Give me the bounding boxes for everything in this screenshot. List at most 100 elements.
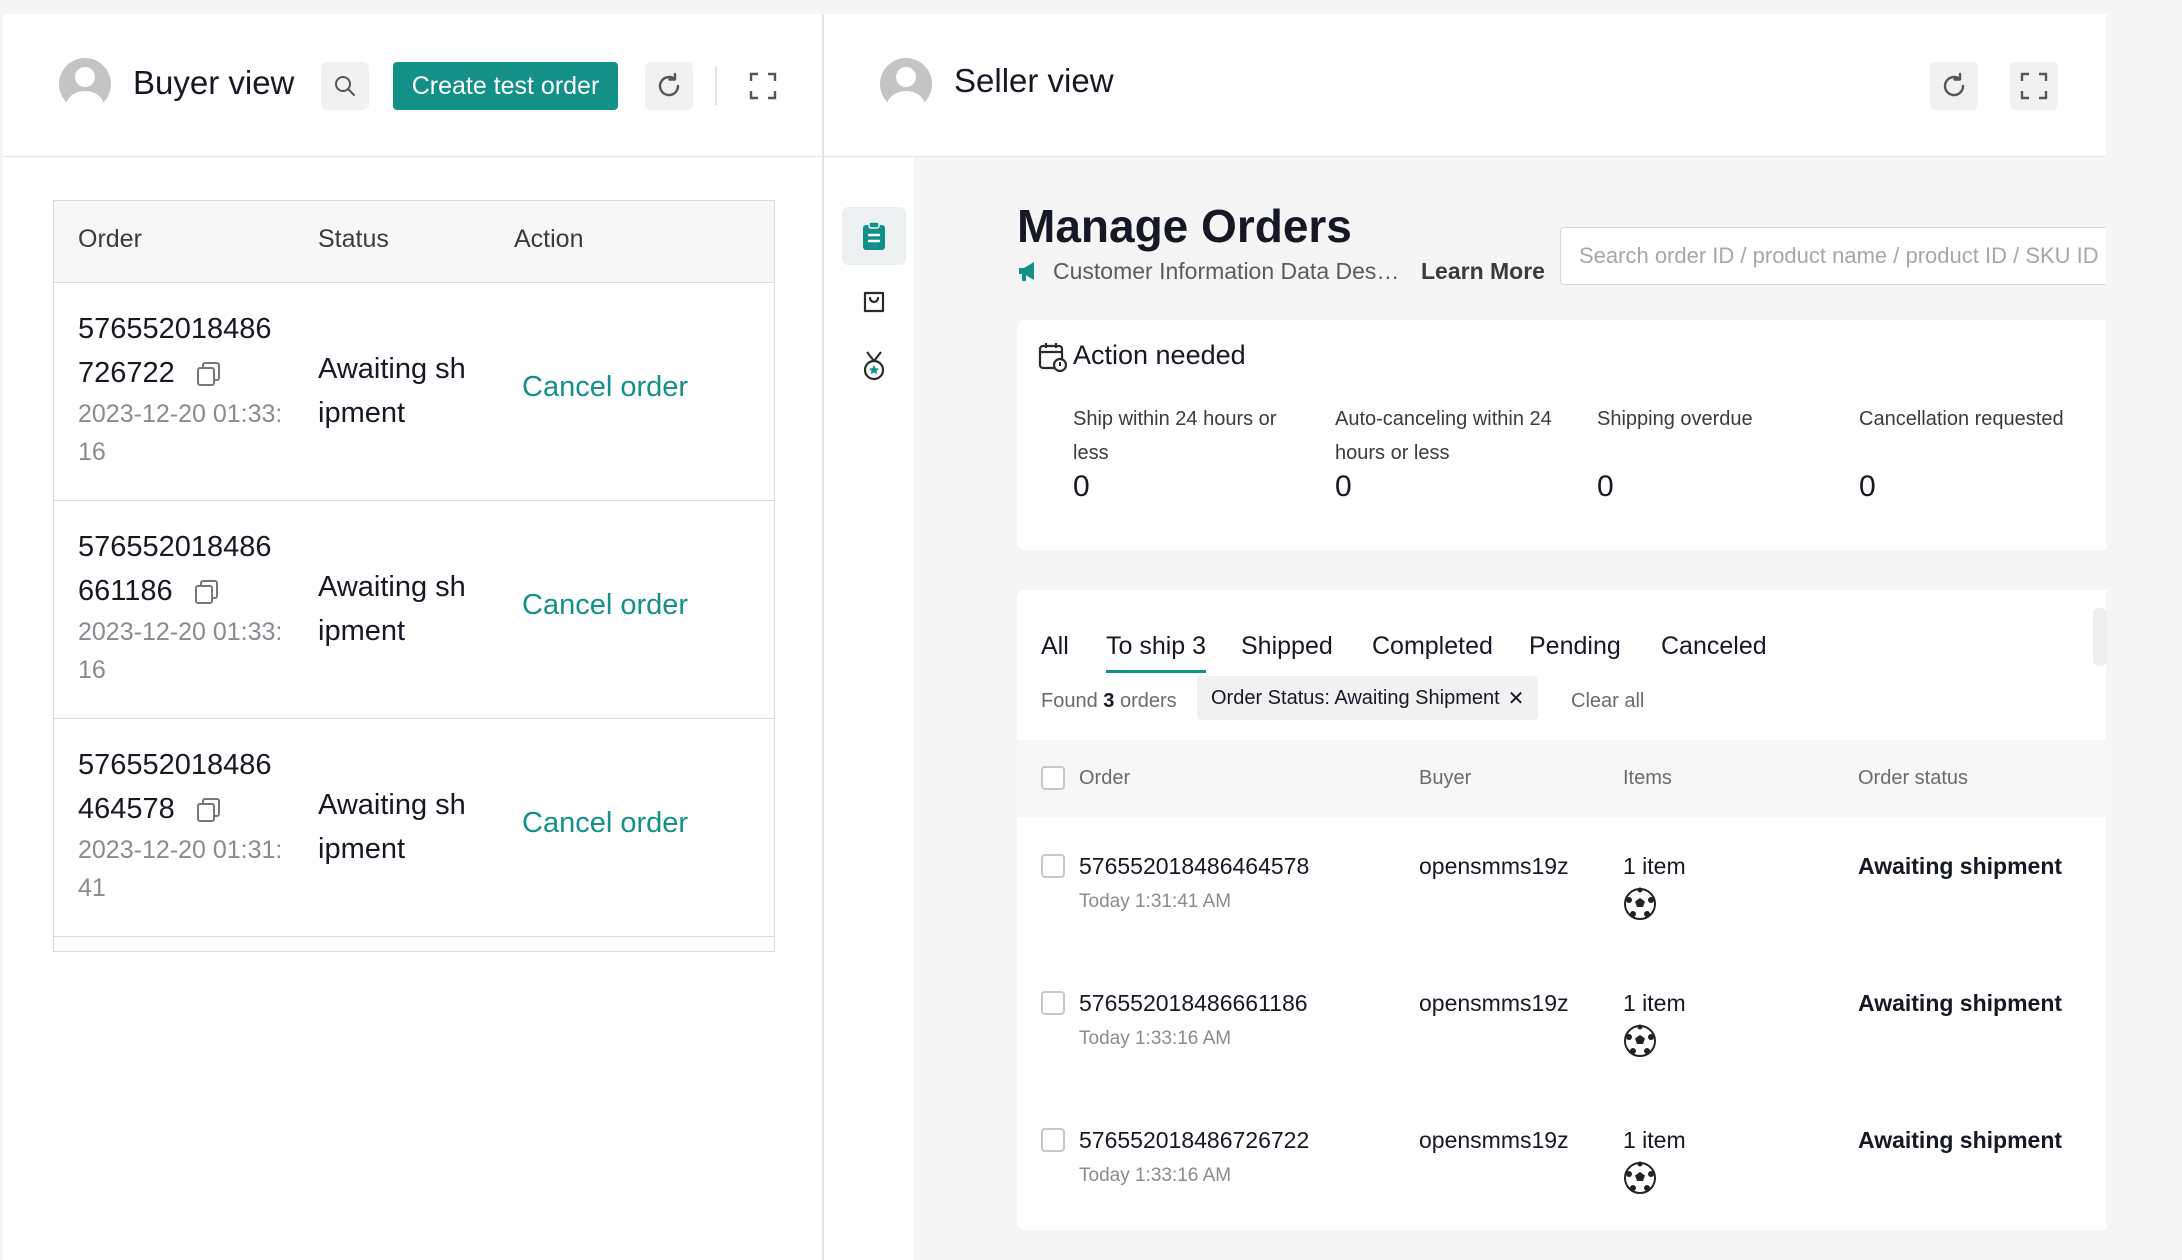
action-item-ship-24h[interactable]: Ship within 24 hours or less 0 [1073, 402, 1313, 503]
search-button[interactable] [321, 62, 369, 110]
order-date: 2023-12-20 01:33:16 [78, 400, 283, 466]
found-count: Found 3 orders [1041, 690, 1177, 713]
data-notice: Customer Information Data Desensitizatio… [1017, 253, 1545, 289]
megaphone-icon [1019, 262, 1034, 281]
action-item-count: 0 [1335, 470, 1352, 503]
tab-canceled[interactable]: Canceled [1661, 632, 1767, 661]
found-prefix: Found [1041, 690, 1098, 712]
copy-icon[interactable] [195, 796, 223, 824]
action-item-label: Auto-canceling within 24 hours or less [1335, 408, 1552, 464]
buyer-name: opensmms19z [1419, 990, 1569, 1016]
buyer-panel: Buyer view Create test order Order Statu… [3, 14, 822, 1260]
action-needed-card: Action needed Ship within 24 hours or le… [1017, 320, 2106, 550]
buyer-fullscreen-button[interactable] [739, 62, 787, 110]
seller-avatar [880, 58, 932, 110]
copy-icon[interactable] [195, 360, 223, 388]
action-item-label: Ship within 24 hours or less [1073, 408, 1277, 464]
table-row: 576552018486464578 2023-12-20 01:31:41 A… [54, 719, 774, 937]
seller-header: Seller view [824, 14, 2106, 157]
action-item-cancellation-requested[interactable]: Cancellation requested 0 [1859, 402, 2099, 503]
calendar-alert-icon [1037, 340, 1067, 372]
seller-side-rail [824, 157, 914, 1260]
order-time: Today 1:33:16 AM [1079, 1028, 1232, 1049]
header-separator [715, 67, 717, 105]
action-item-label: Cancellation requested [1859, 408, 2064, 430]
action-item-count: 0 [1859, 470, 1876, 503]
buyer-name: opensmms19z [1419, 853, 1569, 879]
seller-title: Seller view [954, 62, 1114, 99]
action-needed-title: Action needed [1073, 340, 1246, 370]
cancel-order-link[interactable]: Cancel order [522, 371, 688, 404]
table-row: 576552018486661186 2023-12-20 01:33:16 A… [54, 501, 774, 719]
seller-fullscreen-button[interactable] [2010, 62, 2058, 110]
order-date: 2023-12-20 01:33:16 [78, 618, 283, 684]
orders-grid-header: Order Buyer Items Order status [1017, 740, 2106, 817]
cancel-order-link[interactable]: Cancel order [522, 589, 688, 622]
row-checkbox[interactable] [1041, 1128, 1065, 1152]
items-count: 1 item [1623, 1127, 1686, 1153]
items-count: 1 item [1623, 853, 1686, 879]
tabs-scroll-handle[interactable] [2093, 608, 2106, 666]
order-id[interactable]: 576552018486464578 [1079, 853, 1309, 880]
order-date: 2023-12-20 01:31:41 [78, 836, 283, 902]
found-number: 3 [1103, 690, 1115, 712]
order-status: Awaiting shipment [318, 353, 466, 429]
buyer-avatar [59, 58, 111, 110]
notice-text: Customer Information Data Desensitizatio… [1053, 257, 1405, 284]
medal-icon [863, 351, 885, 381]
copy-icon[interactable] [193, 578, 221, 606]
tab-all[interactable]: All [1041, 632, 1069, 661]
cancel-order-link[interactable]: Cancel order [522, 807, 688, 840]
order-status: Awaiting shipment [1858, 853, 2063, 879]
grid-header-status: Order status [1858, 767, 1969, 789]
search-icon [335, 76, 355, 96]
tab-to-ship[interactable]: To ship 3 [1106, 632, 1207, 673]
order-search-input[interactable]: Search order ID / product name / product… [1560, 227, 2106, 285]
fullscreen-icon [2020, 72, 2048, 100]
close-icon[interactable]: ✕ [1508, 686, 1525, 711]
rail-item-products[interactable] [842, 272, 906, 330]
tab-shipped[interactable]: Shipped [1241, 632, 1333, 661]
order-id[interactable]: 576552018486726722 [1079, 1127, 1309, 1154]
order-row[interactable]: 576552018486661186 Today 1:33:16 AM open… [1017, 954, 2106, 1091]
tab-pending[interactable]: Pending [1529, 632, 1621, 661]
order-id: 576552018486726722 [78, 307, 278, 395]
order-row[interactable]: 576552018486726722 Today 1:33:16 AM open… [1017, 1091, 2106, 1228]
create-test-order-button[interactable]: Create test order [393, 62, 618, 110]
buyer-title: Buyer view [133, 64, 295, 101]
refresh-icon [658, 72, 680, 97]
seller-refresh-button[interactable] [1930, 62, 1978, 110]
soccer-ball-icon [1623, 887, 1657, 921]
clear-all-link[interactable]: Clear all [1571, 690, 1644, 713]
items-count: 1 item [1623, 990, 1686, 1016]
order-id[interactable]: 576552018486661186 [1079, 990, 1308, 1017]
order-id: 576552018486464578 [78, 743, 278, 831]
order-time: Today 1:31:41 AM [1079, 891, 1232, 912]
tab-completed[interactable]: Completed [1372, 632, 1493, 661]
order-row[interactable]: 576552018486464578 Today 1:31:41 AM open… [1017, 817, 2106, 954]
fullscreen-icon [749, 72, 777, 100]
rail-item-orders[interactable] [842, 207, 906, 265]
rail-item-promotions[interactable] [842, 337, 906, 395]
buyer-refresh-button[interactable] [645, 62, 693, 110]
table-row: 576552018486726722 2023-12-20 01:33:16 A… [54, 283, 774, 501]
order-status: Awaiting shipment [1858, 1127, 2063, 1153]
learn-more-link[interactable]: Learn More [1421, 258, 1545, 285]
header-order: Order [78, 225, 142, 253]
order-id-text: 576552018486661186 [78, 531, 272, 607]
order-status: Awaiting shipment [318, 789, 466, 865]
order-id-text: 576552018486464578 [78, 749, 272, 825]
select-all-checkbox[interactable] [1041, 766, 1065, 790]
header-status: Status [318, 225, 389, 253]
action-item-shipping-overdue[interactable]: Shipping overdue 0 [1597, 402, 1837, 503]
row-checkbox[interactable] [1041, 854, 1065, 878]
action-item-label: Shipping overdue [1597, 408, 1753, 430]
action-item-auto-cancel[interactable]: Auto-canceling within 24 hours or less 0 [1335, 402, 1575, 503]
buyer-orders-table: Order Status Action 576552018486726722 2… [53, 200, 775, 952]
shopping-bag-icon [863, 291, 885, 313]
row-checkbox[interactable] [1041, 991, 1065, 1015]
manage-orders-content: Manage Orders Customer Information Data … [914, 157, 2106, 1260]
order-status: Awaiting shipment [318, 571, 466, 647]
orders-clipboard-icon [863, 221, 885, 250]
buyer-name: opensmms19z [1419, 1127, 1569, 1153]
